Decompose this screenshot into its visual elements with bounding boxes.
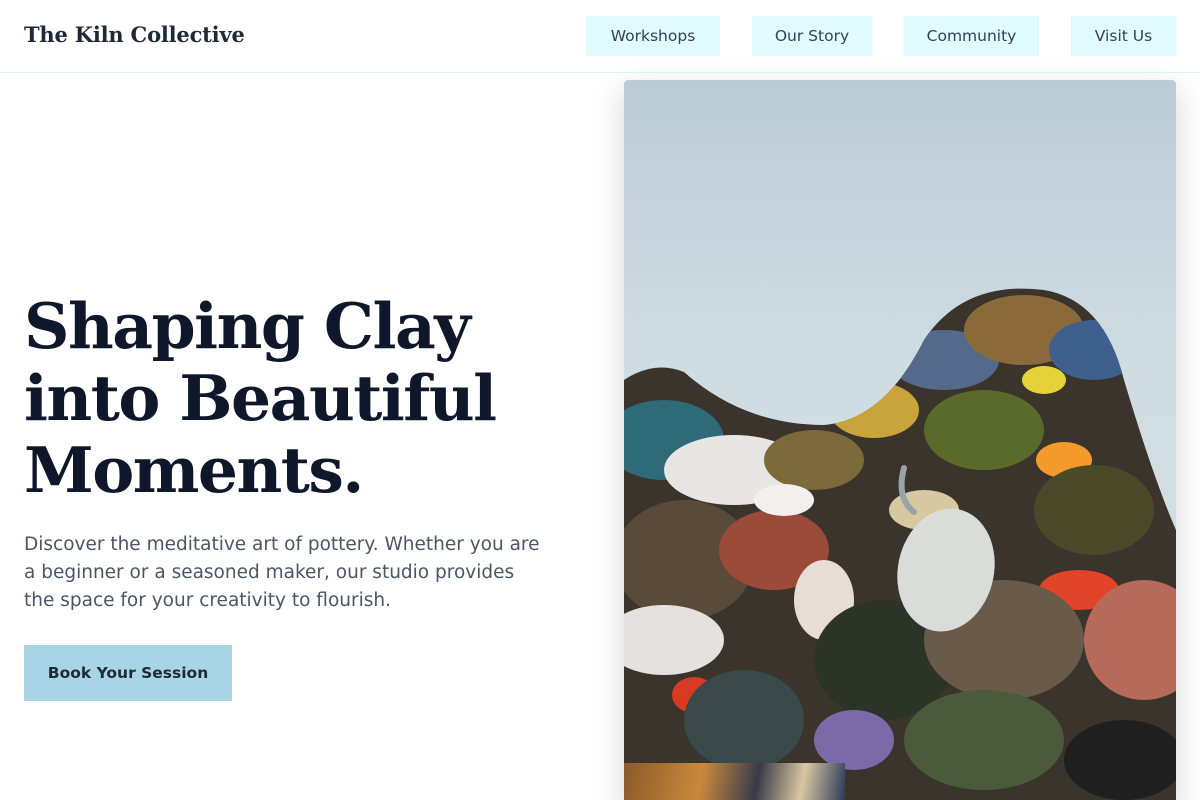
nav-visit-us-button[interactable]: Visit Us	[1071, 16, 1176, 56]
hero-title-line-1: Shaping Clay	[24, 289, 471, 363]
hero-title-line-2: into Beautiful	[24, 361, 497, 435]
secondary-image-thumbnail	[624, 763, 845, 800]
book-session-button[interactable]: Book Your Session	[24, 645, 232, 701]
brand-logo[interactable]: The Kiln Collective	[24, 22, 245, 47]
paint-palette-illustration	[624, 288, 1176, 800]
nav-our-story-button[interactable]: Our Story	[752, 16, 872, 56]
hero-title-line-3: Moments.	[24, 433, 364, 507]
site-header: The Kiln Collective Workshops Our Story …	[0, 0, 1200, 73]
hero-image-paint-palette	[624, 80, 1176, 800]
nav-workshops-button[interactable]: Workshops	[586, 16, 720, 56]
hero-title: Shaping Clay into Beautiful Moments.	[24, 290, 584, 506]
nav-community-button[interactable]: Community	[904, 16, 1039, 56]
hero-description: Discover the meditative art of pottery. …	[24, 534, 540, 611]
